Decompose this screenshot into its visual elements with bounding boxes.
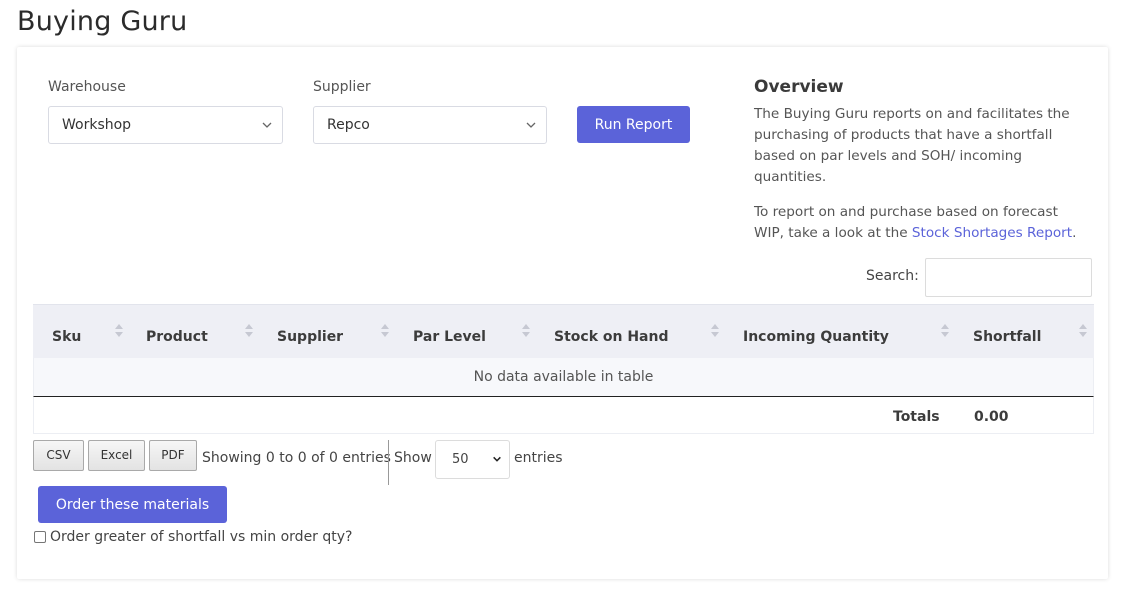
supplier-label: Supplier <box>313 79 371 95</box>
sort-icon <box>381 324 389 338</box>
overview-title: Overview <box>754 77 844 97</box>
export-csv-button[interactable]: CSV <box>33 440 84 471</box>
sort-icon <box>941 324 949 338</box>
page-length-value: 50 <box>452 452 469 467</box>
overview-description: The Buying Guru reports on and facilitat… <box>754 106 1070 185</box>
chevron-down-icon <box>262 122 272 128</box>
run-report-button[interactable]: Run Report <box>577 106 690 143</box>
chevron-down-icon <box>526 122 536 128</box>
divider <box>388 440 389 485</box>
min-order-qty-checkbox[interactable] <box>34 531 46 543</box>
table-footer: Totals 0.00 <box>33 396 1094 434</box>
warehouse-select[interactable]: Workshop <box>48 106 283 144</box>
overview-forecast-note: To report on and purchase based on forec… <box>754 202 1084 244</box>
supplier-select-value: Repco <box>327 117 370 133</box>
stock-shortages-report-link[interactable]: Stock Shortages Report <box>912 225 1072 241</box>
export-pdf-button[interactable]: PDF <box>149 440 197 471</box>
export-excel-button[interactable]: Excel <box>88 440 145 471</box>
entries-label: entries <box>514 450 563 466</box>
column-header-par-level[interactable]: Par Level <box>413 329 486 345</box>
table-empty-row: No data available in table <box>33 358 1094 396</box>
warehouse-select-value: Workshop <box>62 117 132 133</box>
sort-icon <box>522 324 530 338</box>
order-materials-button[interactable]: Order these materials <box>38 486 227 523</box>
sort-icon <box>1079 324 1087 338</box>
buying-guru-card: Warehouse Workshop Supplier Repco Run Re… <box>17 47 1108 579</box>
page-title: Buying Guru <box>17 6 188 37</box>
table-header: Sku Product Supplier Par Level Stock on … <box>33 304 1094 358</box>
overview-note-suffix: . <box>1072 225 1077 241</box>
show-label: Show <box>394 450 432 466</box>
sort-icon <box>245 324 253 338</box>
search-label: Search: <box>866 268 919 284</box>
table-info: Showing 0 to 0 of 0 entries <box>202 450 391 466</box>
shortfall-total: 0.00 <box>974 409 1009 425</box>
sort-icon <box>115 324 123 338</box>
supplier-select[interactable]: Repco <box>313 106 547 144</box>
warehouse-label: Warehouse <box>48 79 126 95</box>
buying-guru-table: Sku Product Supplier Par Level Stock on … <box>33 304 1094 434</box>
min-order-qty-label[interactable]: Order greater of shortfall vs min order … <box>50 529 352 545</box>
column-header-stock-on-hand[interactable]: Stock on Hand <box>554 329 669 345</box>
search-input[interactable] <box>925 258 1092 297</box>
column-header-product[interactable]: Product <box>146 329 208 345</box>
totals-label: Totals <box>893 409 940 425</box>
column-header-shortfall[interactable]: Shortfall <box>973 329 1041 345</box>
page-length-select[interactable]: 50 <box>435 440 510 479</box>
column-header-supplier[interactable]: Supplier <box>277 329 343 345</box>
sort-icon <box>711 324 719 338</box>
chevron-down-icon <box>493 456 501 462</box>
column-header-sku[interactable]: Sku <box>52 329 81 345</box>
column-header-incoming-quantity[interactable]: Incoming Quantity <box>743 329 889 345</box>
